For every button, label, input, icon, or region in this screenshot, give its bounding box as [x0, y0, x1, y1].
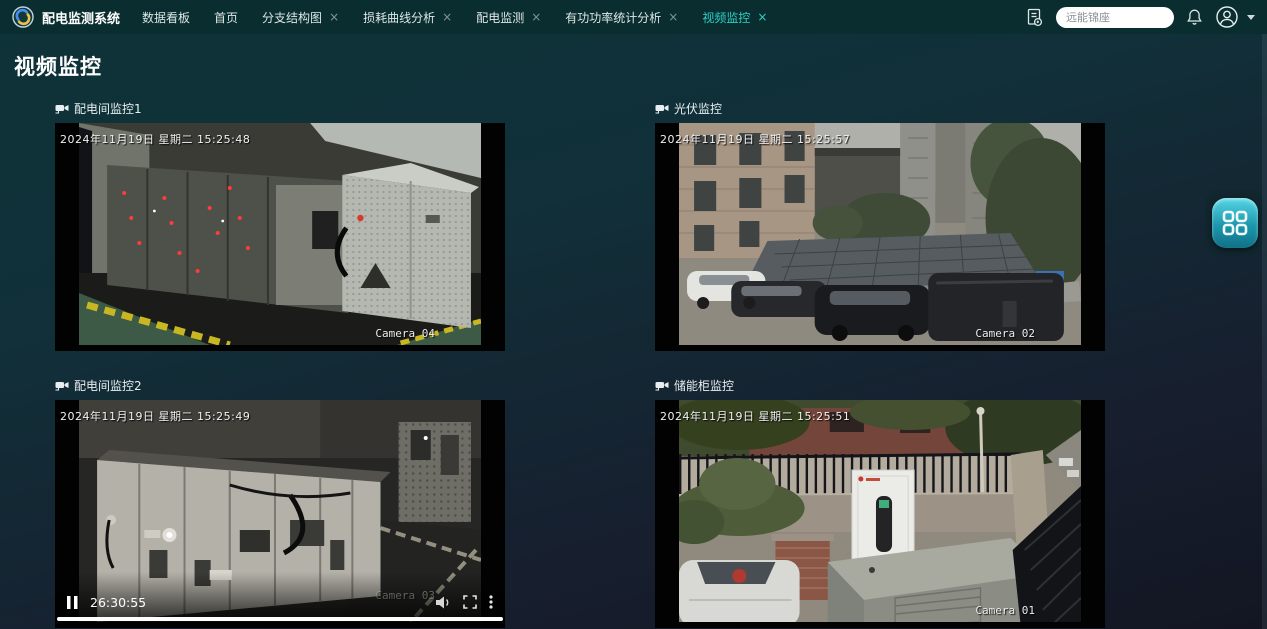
video-timestamp: 2024年11月19日 星期二 15:25:48 — [60, 131, 250, 147]
nav-label: 数据看板 — [142, 9, 190, 26]
nav-label: 有功功率统计分析 — [565, 9, 661, 26]
kebab-menu-icon[interactable] — [489, 595, 493, 609]
station-search-input[interactable] — [1056, 7, 1174, 28]
nav-label: 损耗曲线分析 — [363, 9, 435, 26]
video-title: 配电间监控1 — [74, 100, 142, 117]
video-card-2: 光伏监控 — [655, 100, 1105, 351]
video-timestamp: 2024年11月19日 星期二 15:25:57 — [660, 131, 850, 147]
video-frame — [679, 123, 1081, 345]
video-title: 配电间监控2 — [74, 377, 142, 394]
nav-label: 首页 — [214, 9, 238, 26]
avatar-icon[interactable] — [1215, 5, 1239, 29]
video-grid: 配电间监控1 — [55, 100, 1267, 628]
nav-tab-active-power-stats[interactable]: 有功功率统计分析 × — [565, 9, 678, 26]
video-card-label: 光伏监控 — [655, 100, 1105, 117]
top-header: 配电监测系统 数据看板 首页 分支结构图 × 损耗曲线分析 × 配电监测 × 有… — [0, 0, 1267, 34]
video-card-3: 配电间监控2 — [55, 377, 505, 628]
header-right-cluster — [1025, 5, 1255, 29]
scene-distribution-room-1 — [79, 123, 481, 345]
video-card-4: 储能柜监控 — [655, 377, 1105, 628]
video-card-label: 储能柜监控 — [655, 377, 1105, 394]
video-frame — [679, 400, 1081, 622]
nav-tab-distribution-monitor[interactable]: 配电监测 × — [476, 9, 541, 26]
page-scrollbar[interactable] — [1262, 34, 1267, 629]
playback-time: 26:30:55 — [90, 595, 146, 610]
nav-tab-loss-curve[interactable]: 损耗曲线分析 × — [363, 9, 452, 26]
nav-label: 分支结构图 — [262, 9, 322, 26]
video-card-1: 配电间监控1 — [55, 100, 505, 351]
video-progress-bar[interactable] — [57, 617, 503, 621]
video-frame — [79, 123, 481, 345]
page-title: 视频监控 — [14, 51, 1267, 81]
nav-item-dashboard[interactable]: 数据看板 — [142, 9, 190, 26]
video-timestamp: 2024年11月19日 星期二 15:25:51 — [660, 408, 850, 424]
nav-label: 视频监控 — [702, 9, 750, 26]
close-tab-icon[interactable]: × — [329, 11, 339, 23]
camera-icon — [655, 380, 669, 391]
report-icon[interactable] — [1025, 8, 1044, 27]
camera-icon — [655, 103, 669, 114]
video-title: 储能柜监控 — [674, 377, 734, 394]
app-logo-icon — [12, 6, 34, 28]
close-tab-icon[interactable]: × — [442, 11, 452, 23]
close-tab-icon[interactable]: × — [531, 11, 541, 23]
video-title: 光伏监控 — [674, 100, 722, 117]
video-player-2[interactable]: 2024年11月19日 星期二 15:25:57 Camera 02 — [655, 123, 1105, 351]
video-player-3[interactable]: 2024年11月19日 星期二 15:25:49 Camera 03 26:30… — [55, 400, 505, 628]
nav-item-home[interactable]: 首页 — [214, 9, 238, 26]
video-card-label: 配电间监控1 — [55, 100, 505, 117]
camera-watermark: Camera 01 — [975, 604, 1035, 617]
apps-grid-icon — [1222, 210, 1248, 236]
bell-icon[interactable] — [1186, 8, 1203, 26]
volume-icon[interactable] — [436, 596, 451, 609]
nav-tab-video-monitor[interactable]: 视频监控 × — [702, 9, 767, 26]
camera-icon — [55, 380, 69, 391]
main-nav: 数据看板 首页 分支结构图 × 损耗曲线分析 × 配电监测 × 有功功率统计分析… — [142, 9, 767, 26]
nav-label: 配电监测 — [476, 9, 524, 26]
close-tab-icon[interactable]: × — [757, 11, 767, 23]
scene-storage-cabinet-yard — [679, 400, 1081, 622]
video-card-label: 配电间监控2 — [55, 377, 505, 394]
video-timestamp: 2024年11月19日 星期二 15:25:49 — [60, 408, 250, 424]
quick-menu-button[interactable] — [1212, 198, 1258, 248]
chevron-down-icon[interactable] — [1247, 15, 1255, 20]
camera-watermark: Camera 02 — [975, 327, 1035, 340]
quick-menu-wrapper — [1205, 189, 1265, 257]
video-player-1[interactable]: 2024年11月19日 星期二 15:25:48 Camera 04 — [55, 123, 505, 351]
close-tab-icon[interactable]: × — [668, 11, 678, 23]
video-controls: 26:30:55 — [55, 590, 505, 614]
pause-icon[interactable] — [67, 596, 78, 609]
video-player-4[interactable]: 2024年11月19日 星期二 15:25:51 Camera 01 — [655, 400, 1105, 628]
app-title: 配电监测系统 — [42, 8, 120, 27]
camera-icon — [55, 103, 69, 114]
nav-tab-branch-structure[interactable]: 分支结构图 × — [262, 9, 339, 26]
fullscreen-icon[interactable] — [463, 595, 477, 609]
scene-solar-carport — [679, 123, 1081, 345]
camera-watermark: Camera 04 — [375, 327, 435, 340]
